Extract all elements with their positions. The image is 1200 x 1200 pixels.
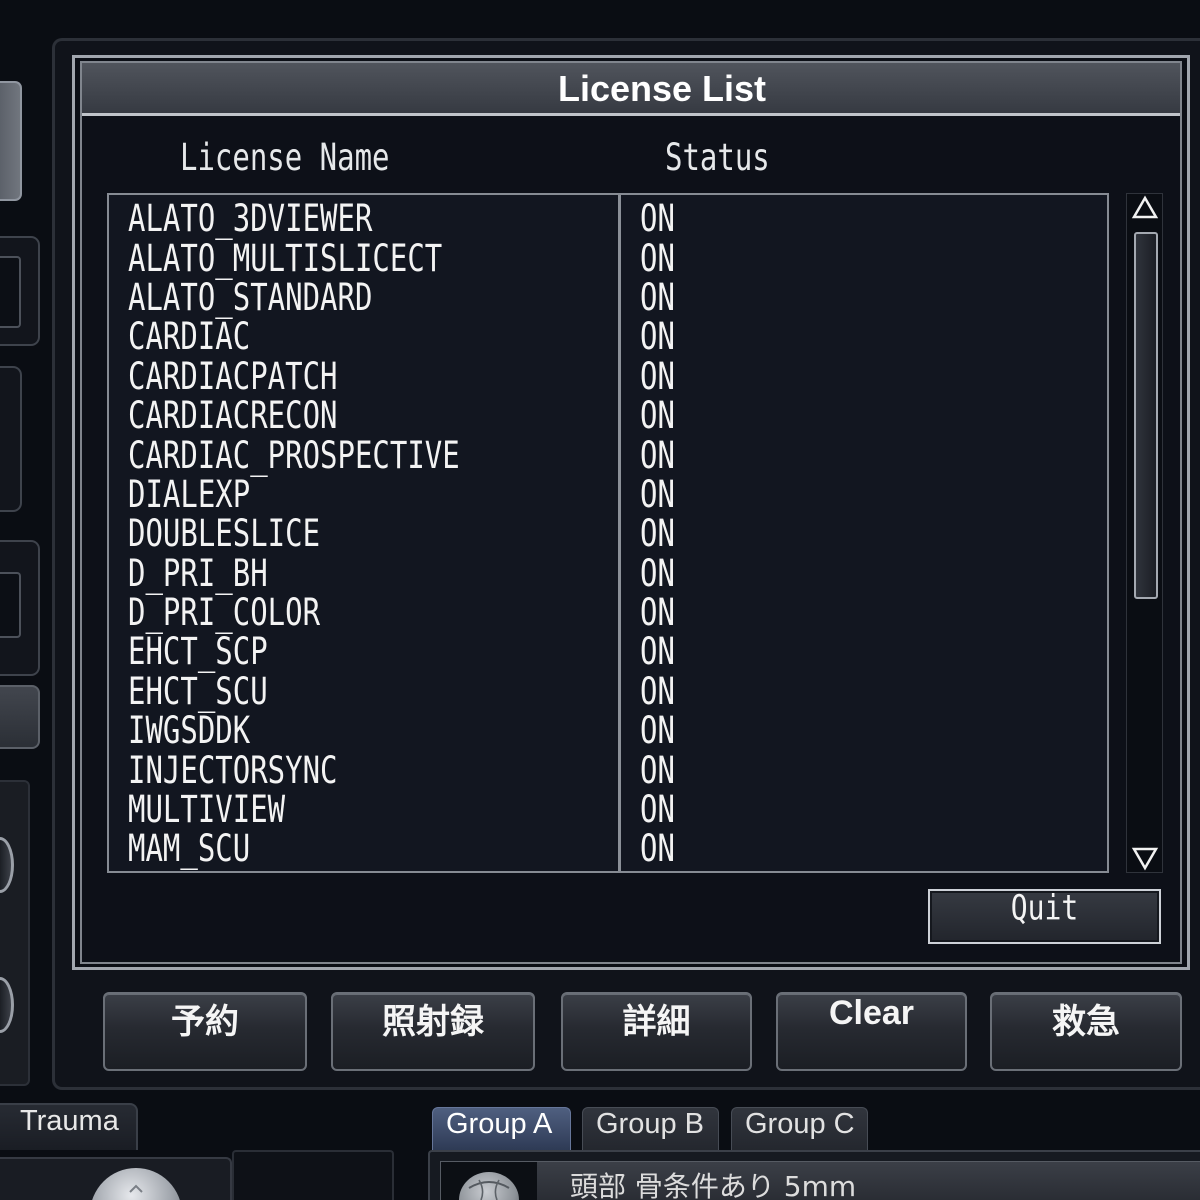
column-header-license-name: License Name	[180, 135, 390, 180]
license-row[interactable]: EHCT_SCU ON	[109, 669, 1107, 714]
scroll-up-icon	[1131, 195, 1159, 219]
license-row[interactable]: ALATO_STANDARD ON	[109, 276, 1107, 320]
side-field[interactable]	[0, 256, 21, 328]
column-header-status: Status	[665, 135, 770, 180]
side-button-lower[interactable]	[0, 685, 40, 749]
license-row[interactable]: MULTIVIEW ON	[109, 787, 1107, 832]
round-button[interactable]	[86, 1162, 186, 1200]
license-status: ON	[640, 826, 675, 871]
tab-trauma[interactable]: Trauma	[0, 1103, 138, 1150]
scroll-up-button[interactable]	[1130, 195, 1160, 221]
license-rows: ALATO_3DVIEWER ON ALATO_MULTISLICECT ON ALAT…	[109, 195, 1107, 871]
reservation-button[interactable]: 予約	[103, 992, 307, 1071]
lower-middle-panel	[232, 1150, 394, 1200]
scroll-down-button[interactable]	[1130, 845, 1160, 871]
license-name: MAM_SCU	[128, 826, 251, 871]
protocol-item-label: 頭部 骨条件あり 5mm	[570, 1170, 857, 1200]
head-icon	[459, 1172, 519, 1200]
protocol-thumbnail	[441, 1162, 537, 1200]
scrollbar-thumb[interactable]	[1134, 232, 1158, 600]
side-field[interactable]	[0, 572, 21, 638]
tab-group-a[interactable]: Group A	[432, 1107, 571, 1153]
dialog-title: License List	[557, 68, 767, 109]
quit-button[interactable]: Quit	[928, 886, 1161, 944]
side-panel	[0, 366, 22, 512]
details-button[interactable]: 詳細	[561, 992, 752, 1071]
scroll-down-icon	[1131, 847, 1159, 871]
exposure-record-button[interactable]: 照射録	[331, 992, 535, 1071]
side-button-upper[interactable]	[0, 81, 22, 201]
license-row[interactable]: MAM_SCU ON	[109, 827, 1107, 871]
clear-button[interactable]: Clear	[776, 992, 967, 1071]
tab-group-c[interactable]: Group C	[731, 1107, 868, 1153]
quit-label: Quit	[1010, 886, 1079, 929]
control-panel	[0, 780, 30, 1086]
emergency-button[interactable]: 救急	[990, 992, 1182, 1071]
tab-group-b[interactable]: Group B	[582, 1107, 719, 1153]
license-row[interactable]: CARDIAC_PROSPECTIVE ON	[109, 433, 1107, 478]
